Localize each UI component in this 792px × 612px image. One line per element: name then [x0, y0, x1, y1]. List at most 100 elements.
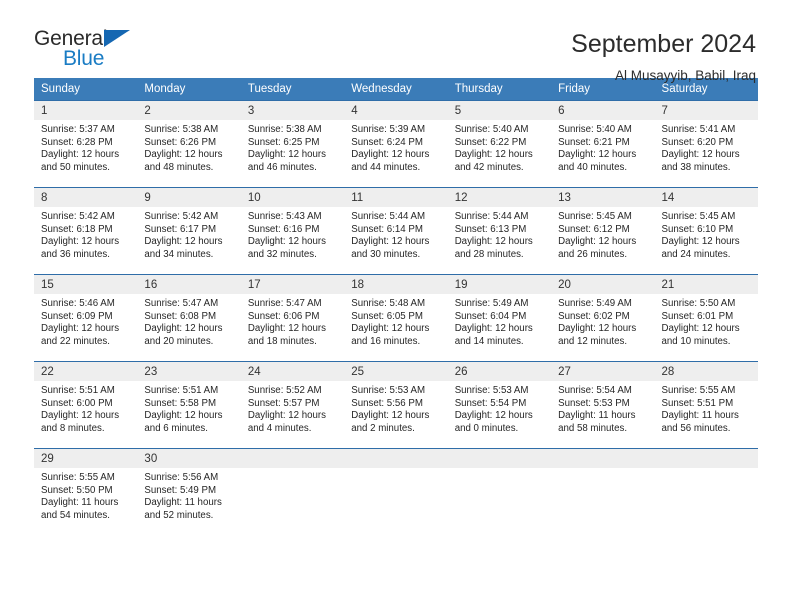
day-sun-info: Sunrise: 5:40 AM Sunset: 6:21 PM Daylight:… — [551, 120, 654, 174]
day-cell[interactable]: 13 Sunrise: 5:45 AM Sunset: 6:12 PM Dayligh… — [551, 187, 655, 274]
day-cell-empty — [654, 448, 758, 540]
daylight-text-line1: Daylight: 12 hours — [351, 236, 430, 248]
day-cell[interactable]: 5 Sunrise: 5:40 AM Sunset: 6:22 PM Daylight… — [447, 100, 552, 187]
sunrise-text: Sunrise: 5:38 AM — [144, 124, 219, 135]
day-cell[interactable]: 19 Sunrise: 5:49 AM Sunset: 6:04 PM Dayligh… — [447, 274, 552, 361]
page-header: General Blue September 2024 Al Musayyib,… — [0, 0, 792, 83]
sunrise-text: Sunrise: 5:46 AM — [41, 298, 115, 309]
day-cell[interactable]: 23 Sunrise: 5:51 AM Sunset: 5:58 PM Dayligh… — [137, 361, 241, 448]
day-cell[interactable]: 21 Sunrise: 5:50 AM Sunset: 6:01 PM Dayligh… — [654, 274, 758, 361]
sunset-text: Sunset: 6:28 PM — [41, 136, 113, 148]
day-cell[interactable]: 22 Sunrise: 5:51 AM Sunset: 6:00 PM Dayligh… — [34, 361, 138, 448]
sunrise-text: Sunrise: 5:42 AM — [144, 211, 219, 222]
day-sun-info: Sunrise: 5:55 AM Sunset: 5:50 PM Daylight:… — [34, 468, 137, 522]
sunset-text: Sunset: 6:06 PM — [247, 310, 320, 322]
day-cell[interactable]: 12 Sunrise: 5:44 AM Sunset: 6:13 PM Dayligh… — [447, 187, 552, 274]
sunrise-text: Sunrise: 5:53 AM — [454, 385, 529, 396]
daylight-text-line1: Daylight: 12 hours — [558, 236, 637, 248]
day-sun-info: Sunrise: 5:39 AM Sunset: 6:24 PM Daylight:… — [344, 120, 447, 174]
day-number — [654, 449, 758, 468]
day-cell[interactable]: 28 Sunrise: 5:55 AM Sunset: 5:51 PM Dayligh… — [654, 361, 758, 448]
sunset-text: Sunset: 5:54 PM — [454, 397, 527, 409]
daylight-text-line2: and 12 minutes. — [558, 335, 628, 347]
calendar-cell: 24 Sunrise: 5:52 AM Sunset: 5:57 PM Dayligh… — [240, 361, 345, 448]
sunset-text: Sunset: 5:58 PM — [144, 397, 217, 409]
day-cell[interactable]: 6 Sunrise: 5:40 AM Sunset: 6:21 PM Daylight… — [551, 100, 655, 187]
daylight-text-line1: Daylight: 12 hours — [41, 149, 120, 161]
calendar-body: 1 Sunrise: 5:37 AM Sunset: 6:28 PM Daylight… — [34, 100, 758, 540]
day-cell[interactable]: 27 Sunrise: 5:54 AM Sunset: 5:53 PM Dayligh… — [551, 361, 655, 448]
day-sun-info: Sunrise: 5:47 AM Sunset: 6:08 PM Daylight:… — [137, 294, 240, 348]
day-cell[interactable]: 3 Sunrise: 5:38 AM Sunset: 6:25 PM Daylight… — [240, 100, 345, 187]
day-number: 11 — [344, 188, 448, 207]
day-sun-info: Sunrise: 5:41 AM Sunset: 6:20 PM Daylight:… — [655, 120, 758, 174]
day-cell[interactable]: 17 Sunrise: 5:47 AM Sunset: 6:06 PM Dayligh… — [240, 274, 345, 361]
day-cell[interactable]: 25 Sunrise: 5:53 AM Sunset: 5:56 PM Dayligh… — [344, 361, 448, 448]
sunrise-text: Sunrise: 5:51 AM — [144, 385, 219, 396]
sunset-text: Sunset: 6:10 PM — [661, 223, 734, 235]
sunrise-text: Sunrise: 5:55 AM — [661, 385, 736, 396]
calendar-page: General Blue September 2024 Al Musayyib,… — [0, 0, 792, 612]
day-cell[interactable]: 15 Sunrise: 5:46 AM Sunset: 6:09 PM Dayligh… — [34, 274, 138, 361]
weekday-header-sunday: Sunday — [34, 78, 138, 100]
day-number: 29 — [34, 449, 138, 468]
day-cell[interactable]: 8 Sunrise: 5:42 AM Sunset: 6:18 PM Daylight… — [34, 187, 138, 274]
daylight-text-line2: and 28 minutes. — [454, 248, 524, 260]
day-cell[interactable]: 11 Sunrise: 5:44 AM Sunset: 6:14 PM Dayligh… — [344, 187, 448, 274]
day-cell[interactable]: 18 Sunrise: 5:48 AM Sunset: 6:05 PM Dayligh… — [344, 274, 448, 361]
day-number: 2 — [137, 101, 241, 120]
sunrise-text: Sunrise: 5:43 AM — [247, 211, 322, 222]
calendar-cell: 3 Sunrise: 5:38 AM Sunset: 6:25 PM Daylight… — [240, 100, 345, 187]
daylight-text-line2: and 8 minutes. — [41, 422, 105, 434]
calendar-cell: 10 Sunrise: 5:43 AM Sunset: 6:16 PM Dayligh… — [240, 187, 345, 274]
day-number: 19 — [447, 275, 552, 294]
sunset-text: Sunset: 6:13 PM — [454, 223, 527, 235]
sunset-text: Sunset: 5:51 PM — [661, 397, 734, 409]
daylight-text-line2: and 20 minutes. — [144, 335, 214, 347]
day-sun-info: Sunrise: 5:50 AM Sunset: 6:01 PM Daylight:… — [655, 294, 758, 348]
calendar-cell: 21 Sunrise: 5:50 AM Sunset: 6:01 PM Dayligh… — [654, 274, 758, 361]
day-cell[interactable]: 10 Sunrise: 5:43 AM Sunset: 6:16 PM Dayligh… — [240, 187, 345, 274]
sunset-text: Sunset: 5:53 PM — [558, 397, 630, 409]
day-sun-info: Sunrise: 5:45 AM Sunset: 6:12 PM Daylight:… — [551, 207, 654, 261]
day-number: 22 — [34, 362, 138, 381]
page-title: September 2024 — [571, 30, 756, 58]
logo-text-blue: Blue — [63, 47, 105, 70]
day-cell[interactable]: 30 Sunrise: 5:56 AM Sunset: 5:49 PM Dayligh… — [137, 448, 241, 540]
sunrise-text: Sunrise: 5:44 AM — [351, 211, 426, 222]
day-cell[interactable]: 14 Sunrise: 5:45 AM Sunset: 6:10 PM Dayligh… — [654, 187, 758, 274]
day-cell[interactable]: 2 Sunrise: 5:38 AM Sunset: 6:26 PM Daylight… — [137, 100, 241, 187]
day-cell[interactable]: 9 Sunrise: 5:42 AM Sunset: 6:17 PM Daylight… — [137, 187, 241, 274]
sunset-text: Sunset: 6:17 PM — [144, 223, 217, 235]
day-number: 4 — [344, 101, 448, 120]
day-cell[interactable]: 4 Sunrise: 5:39 AM Sunset: 6:24 PM Daylight… — [344, 100, 448, 187]
sunrise-text: Sunrise: 5:40 AM — [454, 124, 529, 135]
daylight-text-line1: Daylight: 12 hours — [454, 323, 533, 335]
sunset-text: Sunset: 6:25 PM — [247, 136, 320, 148]
day-number: 24 — [240, 362, 345, 381]
daylight-text-line1: Daylight: 12 hours — [144, 323, 223, 335]
daylight-text-line1: Daylight: 11 hours — [144, 497, 222, 509]
day-number: 17 — [240, 275, 345, 294]
day-number: 20 — [551, 275, 655, 294]
sunrise-text: Sunrise: 5:44 AM — [454, 211, 529, 222]
day-cell[interactable]: 26 Sunrise: 5:53 AM Sunset: 5:54 PM Dayligh… — [447, 361, 552, 448]
day-number: 21 — [654, 275, 758, 294]
sunset-text: Sunset: 6:05 PM — [351, 310, 423, 322]
day-cell[interactable]: 29 Sunrise: 5:55 AM Sunset: 5:50 PM Dayligh… — [34, 448, 138, 540]
sunrise-text: Sunrise: 5:52 AM — [247, 385, 322, 396]
day-sun-info: Sunrise: 5:44 AM Sunset: 6:14 PM Daylight:… — [344, 207, 447, 261]
sunrise-text: Sunrise: 5:41 AM — [661, 124, 736, 135]
day-cell[interactable]: 20 Sunrise: 5:49 AM Sunset: 6:02 PM Dayligh… — [551, 274, 655, 361]
calendar-cell: 20 Sunrise: 5:49 AM Sunset: 6:02 PM Dayligh… — [551, 274, 655, 361]
calendar-cell: 18 Sunrise: 5:48 AM Sunset: 6:05 PM Dayligh… — [344, 274, 448, 361]
sunrise-text: Sunrise: 5:50 AM — [661, 298, 736, 309]
sunrise-text: Sunrise: 5:49 AM — [454, 298, 529, 309]
day-cell[interactable]: 1 Sunrise: 5:37 AM Sunset: 6:28 PM Daylight… — [34, 100, 138, 187]
day-cell[interactable]: 7 Sunrise: 5:41 AM Sunset: 6:20 PM Daylight… — [654, 100, 758, 187]
day-number: 15 — [34, 275, 138, 294]
day-cell[interactable]: 24 Sunrise: 5:52 AM Sunset: 5:57 PM Dayligh… — [240, 361, 345, 448]
title-block: September 2024 Al Musayyib, Babil, Iraq — [571, 28, 756, 84]
daylight-text-line1: Daylight: 11 hours — [558, 410, 636, 422]
day-cell[interactable]: 16 Sunrise: 5:47 AM Sunset: 6:08 PM Dayligh… — [137, 274, 241, 361]
